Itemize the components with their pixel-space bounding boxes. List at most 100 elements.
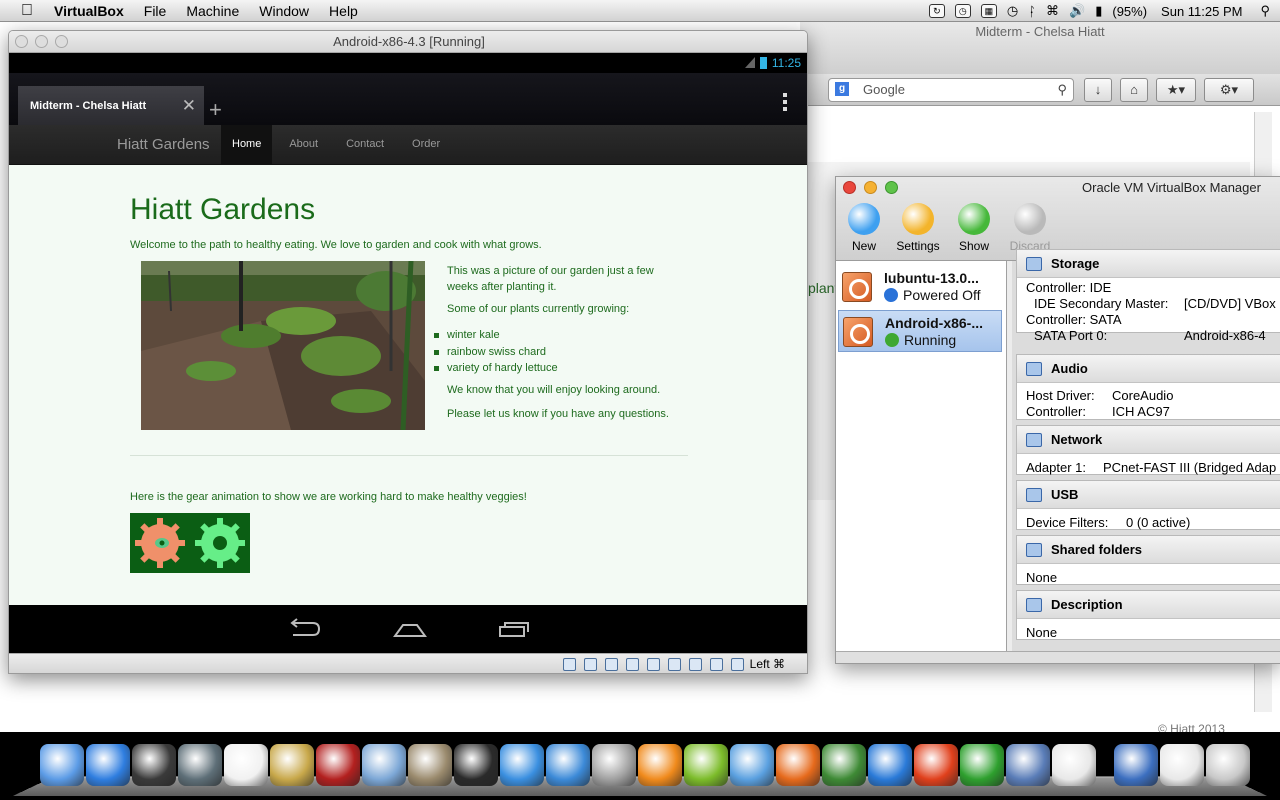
trash-icon[interactable] xyxy=(1206,744,1250,786)
search-input[interactable]: g Google ⚲ xyxy=(828,78,1074,102)
site-brand[interactable]: Hiatt Gardens xyxy=(117,136,210,153)
calendar-icon[interactable] xyxy=(224,744,268,786)
menu-app-name[interactable]: VirtualBox xyxy=(54,3,124,19)
vm-titlebar[interactable]: Android-x86-4.3 [Running] xyxy=(9,31,807,53)
section-header[interactable]: Shared folders xyxy=(1017,536,1280,564)
finder-icon[interactable] xyxy=(40,744,84,786)
zoom-button[interactable] xyxy=(885,181,898,194)
detail-row: Controller: IDE xyxy=(1026,280,1280,296)
downloads-stack-icon[interactable] xyxy=(1114,744,1158,786)
home-button[interactable]: ⌂ xyxy=(1120,78,1148,102)
nav-home[interactable]: Home xyxy=(221,125,273,165)
menu-machine[interactable]: Machine xyxy=(186,3,239,19)
detail-label: Adapter 1: xyxy=(1026,460,1086,475)
android-screen[interactable]: 11:25 Midterm - Chelsa Hiatt ✕ + Hiatt G… xyxy=(9,53,807,653)
dock xyxy=(0,732,1280,800)
section-title: Storage xyxy=(1051,256,1100,271)
detail-label: Host Driver: xyxy=(1026,388,1095,403)
vm-item-lubuntu[interactable]: lubuntu-13.0... Powered Off xyxy=(838,266,1002,308)
storage-section: Storage Controller: IDE IDE Secondary Ma… xyxy=(1016,249,1280,343)
overflow-menu-icon[interactable] xyxy=(783,93,787,111)
wifi-icon[interactable]: ⌘ xyxy=(1046,3,1059,19)
keyboard-capture-icon[interactable] xyxy=(730,657,744,671)
app-store-icon[interactable] xyxy=(86,744,130,786)
vm-title: Android-x86-4.3 [Running] xyxy=(333,34,485,49)
bookmarks-button[interactable]: ★▾ xyxy=(1156,78,1196,102)
iphoto-icon[interactable] xyxy=(408,744,452,786)
nav-contact[interactable]: Contact xyxy=(335,125,395,165)
close-button[interactable] xyxy=(843,181,856,194)
hard-disk-icon[interactable] xyxy=(562,657,576,671)
stopwatch-icon[interactable]: ◷ xyxy=(954,4,971,18)
settings-button[interactable]: Settings xyxy=(888,203,948,253)
search-placeholder: Google xyxy=(863,82,905,97)
terminal-icon[interactable] xyxy=(1052,744,1096,786)
search-icon[interactable]: ⚲ xyxy=(1057,79,1067,101)
documents-stack-icon[interactable] xyxy=(1160,744,1204,786)
volume-icon[interactable]: 🔊 xyxy=(1069,3,1085,19)
facetime-icon[interactable] xyxy=(454,744,498,786)
display-icon[interactable] xyxy=(646,657,660,671)
vlc-icon[interactable] xyxy=(638,744,682,786)
spotlight-icon[interactable]: ⚲ xyxy=(1260,3,1270,19)
section-header[interactable]: USB xyxy=(1017,481,1280,509)
time-machine-icon[interactable] xyxy=(178,744,222,786)
photo-booth-icon[interactable] xyxy=(316,744,360,786)
browser-tab[interactable]: Midterm - Chelsa Hiatt ✕ xyxy=(18,86,204,125)
shared-folders-icon[interactable] xyxy=(625,657,639,671)
spotify-icon[interactable] xyxy=(684,744,728,786)
safari-icon[interactable] xyxy=(500,744,544,786)
section-header[interactable]: Audio xyxy=(1017,355,1280,383)
time-machine-menu-icon[interactable]: ◷ xyxy=(1007,3,1018,19)
script-editor-icon[interactable] xyxy=(592,744,636,786)
detail-label: None xyxy=(1026,625,1058,640)
usb-icon[interactable] xyxy=(604,657,618,671)
detail-value: CoreAudio xyxy=(1112,388,1174,403)
os-type-icon xyxy=(842,272,872,302)
capture-icon[interactable] xyxy=(688,657,702,671)
evernote-icon[interactable] xyxy=(822,744,866,786)
menu-file[interactable]: File xyxy=(144,3,167,19)
battery-icon[interactable]: ▮ xyxy=(1095,3,1102,19)
apple-menu-icon[interactable]:  xyxy=(16,2,38,20)
excel-icon[interactable] xyxy=(960,744,1004,786)
virtualbox-icon[interactable] xyxy=(1006,744,1050,786)
vm-name: Android-x86-... xyxy=(885,315,984,331)
grid-icon[interactable]: ▦ xyxy=(980,4,997,18)
dashboard-icon[interactable] xyxy=(132,744,176,786)
section-header[interactable]: Network xyxy=(1017,426,1280,454)
bluetooth-icon[interactable]: ᛛ xyxy=(1028,4,1036,19)
android-nav-bar xyxy=(9,605,807,653)
detail-label: None xyxy=(1026,570,1058,585)
host-key: Left ⌘ xyxy=(749,657,785,671)
network-icon[interactable] xyxy=(667,657,681,671)
optical-drive-icon[interactable] xyxy=(583,657,597,671)
detail-value: PCnet-FAST III (Bridged Adap xyxy=(1103,460,1277,475)
clock[interactable]: Sun 11:25 PM xyxy=(1161,4,1242,19)
close-tab-icon[interactable]: ✕ xyxy=(182,96,196,116)
vm-window: Android-x86-4.3 [Running] 11:25 Midterm … xyxy=(8,30,808,674)
firefox-icon[interactable] xyxy=(776,744,820,786)
new-tab-button[interactable]: + xyxy=(209,97,222,123)
new-button[interactable]: New xyxy=(836,203,894,253)
section-header[interactable]: Description xyxy=(1017,591,1280,619)
show-button[interactable]: Show xyxy=(944,203,1004,253)
messenger-icon[interactable] xyxy=(730,744,774,786)
menu-window[interactable]: Window xyxy=(259,3,309,19)
addon-button[interactable]: ⚙▾ xyxy=(1204,78,1254,102)
minimize-button[interactable] xyxy=(864,181,877,194)
vm-item-android[interactable]: Android-x86-... Running xyxy=(838,310,1002,352)
menu-help[interactable]: Help xyxy=(329,3,358,19)
itunes-icon[interactable] xyxy=(546,744,590,786)
preview-icon[interactable] xyxy=(362,744,406,786)
discard-button[interactable]: Discard xyxy=(1000,203,1060,253)
sync-icon[interactable]: ↻ xyxy=(928,4,945,18)
word-icon[interactable] xyxy=(868,744,912,786)
mouse-integration-icon[interactable] xyxy=(709,657,723,671)
powerpoint-icon[interactable] xyxy=(914,744,958,786)
imovie-icon[interactable] xyxy=(270,744,314,786)
nav-order[interactable]: Order xyxy=(401,125,451,165)
section-header[interactable]: Storage xyxy=(1017,250,1280,278)
nav-about[interactable]: About xyxy=(278,125,329,165)
download-button[interactable]: ↓ xyxy=(1084,78,1112,102)
